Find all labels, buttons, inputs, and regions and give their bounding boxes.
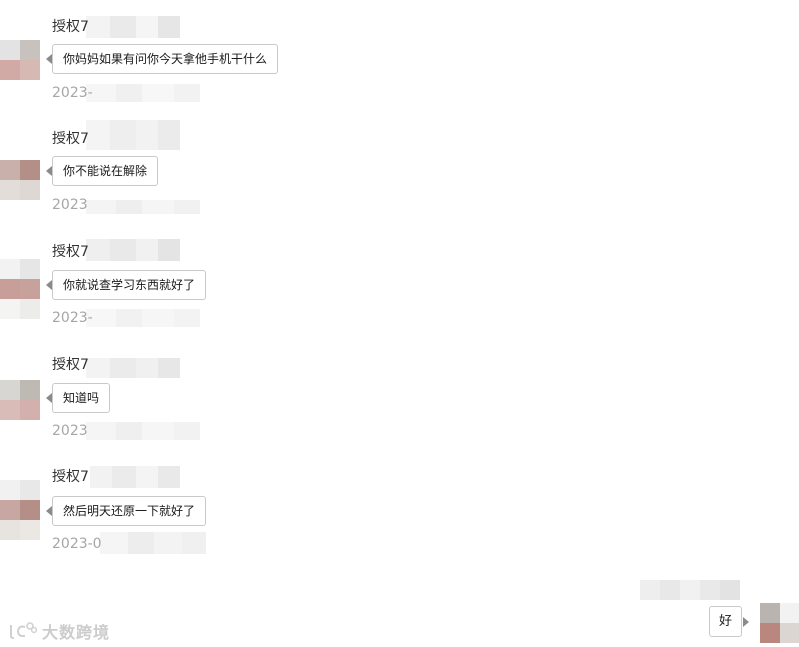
sender-name-redaction (86, 239, 180, 261)
sender-name: 授权7 (52, 244, 89, 260)
message-item: 授权7 知道吗 2023 (0, 356, 420, 456)
message-item: 授权7 你妈妈如果有问你今天拿他手机干什么 2023- (0, 16, 420, 118)
message-timestamp: 2023- (52, 310, 93, 326)
sender-avatar[interactable] (0, 380, 40, 420)
message-item: 授权7 你不能说在解除 2023 (0, 120, 420, 230)
sender-name: 授权7 (52, 357, 89, 373)
message-item: 授权7 你就说查学习东西就好了 2023- (0, 239, 420, 343)
message-timestamp: 2023 (52, 197, 88, 213)
message-bubble[interactable]: 然后明天还原一下就好了 (45, 496, 207, 526)
sender-name-redaction (90, 466, 180, 488)
timestamp-redaction (86, 84, 200, 102)
timestamp-redaction (86, 309, 200, 327)
lc-logo-icon (10, 622, 38, 639)
message-timestamp: 2023 (52, 423, 88, 439)
sender-name: 授权7 (52, 19, 89, 35)
own-avatar[interactable] (760, 603, 799, 643)
sender-name-redaction (86, 358, 180, 378)
sender-avatar[interactable] (0, 480, 40, 540)
sender-avatar[interactable] (0, 160, 40, 200)
sent-header-redaction (640, 580, 740, 600)
message-bubble[interactable]: 知道吗 (45, 383, 111, 413)
chat-window: 授权7 你妈妈如果有问你今天拿他手机干什么 2023- 授权7 你不能说在解除 … (0, 0, 799, 647)
message-timestamp: 2023-0 (52, 536, 102, 552)
watermark-text: 大数跨境 (42, 623, 111, 642)
message-bubble[interactable]: 你不能说在解除 (45, 156, 159, 186)
sender-avatar[interactable] (0, 259, 40, 319)
message-bubble[interactable]: 你妈妈如果有问你今天拿他手机干什么 (45, 44, 279, 74)
watermark: 大数跨境 (8, 620, 110, 642)
timestamp-redaction (86, 200, 200, 214)
message-bubble[interactable]: 你就说查学习东西就好了 (45, 270, 207, 300)
timestamp-redaction (86, 422, 200, 440)
message-item: 授权7 然后明天还原一下就好了 2023-0 (0, 466, 420, 568)
timestamp-redaction (100, 532, 206, 554)
sent-message-bubble[interactable]: 好 (708, 606, 750, 637)
message-timestamp: 2023- (52, 85, 93, 101)
sender-name: 授权7 (52, 469, 89, 485)
sender-name: 授权7 (52, 131, 89, 147)
sender-name-redaction (86, 16, 180, 38)
sender-avatar[interactable] (0, 40, 40, 80)
sender-name-redaction (86, 120, 180, 150)
